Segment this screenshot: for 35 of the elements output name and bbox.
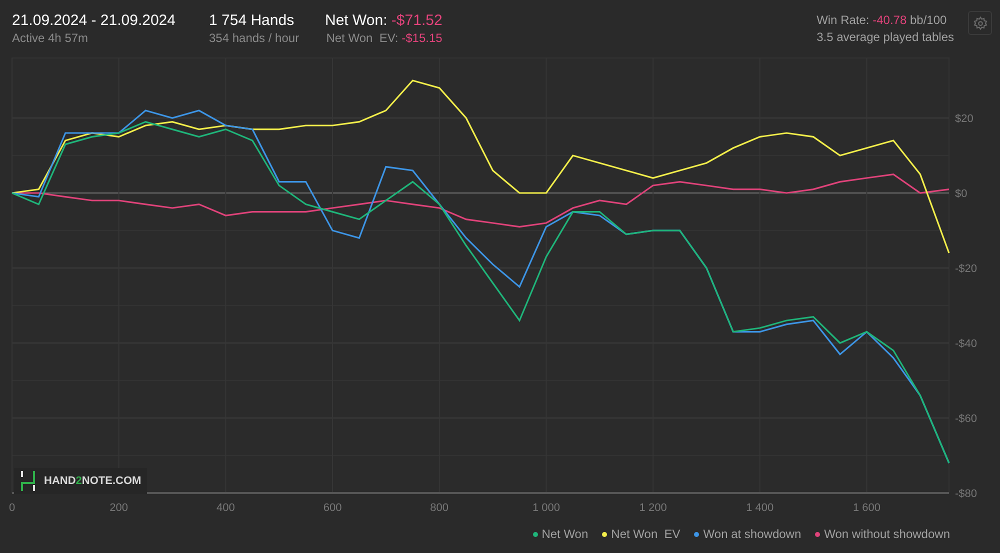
- axis-label: 600: [323, 502, 342, 514]
- legend-label[interactable]: Won without showdown: [824, 525, 950, 543]
- axis-label: $20: [955, 113, 974, 125]
- axis-label: -$60: [955, 413, 978, 425]
- win-rate-unit: bb/100: [910, 13, 947, 27]
- axis-label: -$80: [955, 488, 978, 500]
- win-rate-value: -40.78: [872, 13, 907, 27]
- axis-label: -$40: [955, 338, 978, 350]
- axis-label: 200: [110, 502, 128, 514]
- axis-label: 1 600: [852, 502, 880, 514]
- axis-label: 800: [430, 502, 449, 514]
- axis-label: -$20: [955, 263, 978, 275]
- net-won-ev-value: -$15.15: [402, 31, 442, 45]
- settings-button[interactable]: [968, 11, 992, 35]
- axis-label: 0: [8, 502, 16, 514]
- date-range: 21.09.2024 - 21.09.2024: [12, 12, 176, 30]
- axis-label: 1 200: [639, 502, 667, 514]
- logo-text: HAND2NOTE.COM: [44, 474, 142, 489]
- axis-label: 1 000: [532, 502, 560, 514]
- axis-label: $0: [955, 188, 968, 200]
- legend-label[interactable]: Net Won: [542, 525, 588, 543]
- net-won-label: Net Won:: [325, 12, 388, 29]
- average-tables: 3.5 average played tables: [816, 29, 954, 46]
- legend-label[interactable]: Won at showdown: [703, 525, 802, 543]
- axis-label: 400: [216, 502, 235, 514]
- settings-icon: [972, 16, 988, 30]
- net-won-value: -$71.52: [391, 12, 442, 29]
- win-rate-label: Win Rate:: [816, 13, 870, 27]
- hands-count: 1 754 Hands: [209, 12, 296, 30]
- axis-label: 1 400: [746, 502, 774, 514]
- hands-per-hour: 354 hands / hour: [209, 30, 300, 46]
- legend-label[interactable]: Net Won EV: [611, 525, 680, 543]
- active-time: Active 4h 57m: [12, 30, 90, 46]
- net-won-ev-label: Net Won EV:: [326, 31, 398, 45]
- logo-icon: [20, 471, 36, 491]
